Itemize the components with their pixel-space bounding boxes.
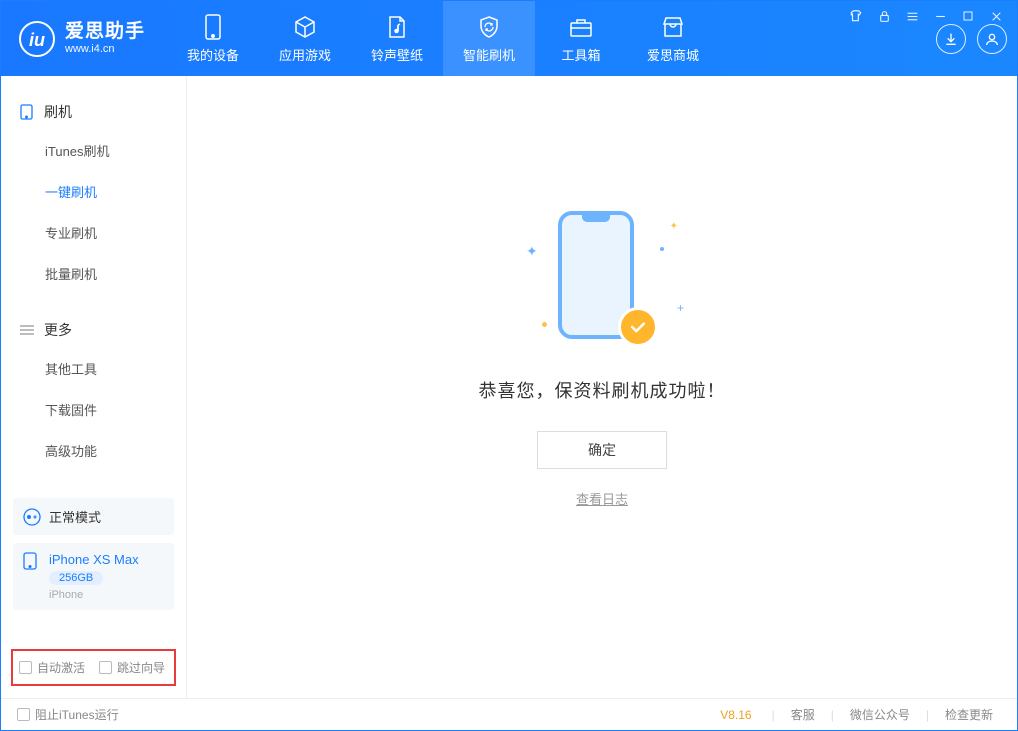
checkbox-icon [19,661,32,674]
device-icon [200,14,226,40]
header: iu 爱思助手 www.i4.cn 我的设备 应用游戏 铃声壁纸 智能刷机 工具… [1,1,1017,76]
sidebar-item-pro-flash[interactable]: 专业刷机 [1,212,186,253]
device-mode-label: 正常模式 [49,507,101,526]
statusbar-right: V8.16 | 客服 | 微信公众号 | 检查更新 [720,706,1001,723]
sparkle-icon: ✦ [670,221,678,232]
sidebar-item-itunes-flash[interactable]: iTunes刷机 [1,130,186,171]
svg-text:iu: iu [29,30,45,50]
view-log-link[interactable]: 查看日志 [576,489,628,508]
checkbox-icon [99,661,112,674]
sidebar-item-advanced[interactable]: 高级功能 [1,430,186,471]
nav-label: 铃声壁纸 [371,45,423,64]
status-link-support[interactable]: 客服 [783,706,823,723]
list-icon [19,323,34,338]
device-capacity: 256GB [49,571,103,585]
sparkle-icon: + [677,301,684,315]
close-icon[interactable] [987,7,1005,25]
sidebar-item-download-fw[interactable]: 下载固件 [1,389,186,430]
music-file-icon [384,14,410,40]
app-subtitle: www.i4.cn [65,43,145,55]
logo-icon: iu [19,21,55,57]
version-label: V8.16 [720,708,751,722]
device-block: 正常模式 iPhone XS Max 256GB iPhone [13,498,174,610]
store-icon [660,14,686,40]
highlighted-options: 自动激活 跳过向导 [11,649,176,686]
nav-label: 爱思商城 [647,45,699,64]
mode-icon [23,508,41,526]
sidebar-group-more[interactable]: 更多 [1,312,186,348]
app-logo: iu 爱思助手 www.i4.cn [19,21,145,57]
nav-my-device[interactable]: 我的设备 [167,1,259,76]
sidebar-item-other-tools[interactable]: 其他工具 [1,348,186,389]
refresh-shield-icon [476,14,502,40]
nav-apps[interactable]: 应用游戏 [259,1,351,76]
checkbox-auto-activate[interactable]: 自动激活 [19,659,85,676]
ok-button[interactable]: 确定 [537,431,667,469]
status-link-update[interactable]: 检查更新 [937,706,1001,723]
sparkle-icon: ✦ [526,243,538,260]
nav-flash[interactable]: 智能刷机 [443,1,535,76]
checkbox-block-itunes[interactable]: 阻止iTunes运行 [17,706,119,723]
main-content: ✦ ✦ + 恭喜您，保资料刷机成功啦！ 确定 查看日志 [187,76,1017,698]
nav-toolbox[interactable]: 工具箱 [535,1,627,76]
maximize-icon[interactable] [959,7,977,25]
menu-icon[interactable] [903,7,921,25]
nav-store[interactable]: 爱思商城 [627,1,719,76]
device-mode[interactable]: 正常模式 [13,498,174,535]
tshirt-icon[interactable] [847,7,865,25]
checkbox-label: 跳过向导 [117,659,165,676]
checkbox-label: 阻止iTunes运行 [35,706,119,723]
dot-icon [660,247,664,251]
dot-icon [542,322,547,327]
success-check-icon [618,307,658,347]
checkbox-skip-guide[interactable]: 跳过向导 [99,659,165,676]
success-illustration: ✦ ✦ + [512,207,692,357]
body: 刷机 iTunes刷机 一键刷机 专业刷机 批量刷机 更多 其他工具 下载固件 … [1,76,1017,698]
lock-icon[interactable] [875,7,893,25]
nav-label: 应用游戏 [279,45,331,64]
checkbox-icon [17,708,30,721]
toolbox-icon [568,14,594,40]
device-name: iPhone XS Max [49,552,139,567]
sidebar: 刷机 iTunes刷机 一键刷机 专业刷机 批量刷机 更多 其他工具 下载固件 … [1,76,187,698]
minimize-icon[interactable] [931,7,949,25]
titlebar-controls [847,7,1005,25]
nav-label: 工具箱 [562,45,601,64]
sidebar-group-title: 更多 [44,320,72,340]
download-button[interactable] [936,24,966,54]
cube-icon [292,14,318,40]
app-title: 爱思助手 [65,22,145,43]
sidebar-item-batch-flash[interactable]: 批量刷机 [1,253,186,294]
success-title: 恭喜您，保资料刷机成功啦！ [479,377,726,403]
sidebar-group-flash[interactable]: 刷机 [1,94,186,130]
main-nav: 我的设备 应用游戏 铃声壁纸 智能刷机 工具箱 爱思商城 [167,1,719,76]
nav-ringtones[interactable]: 铃声壁纸 [351,1,443,76]
nav-label: 智能刷机 [463,45,515,64]
phone-icon [19,105,34,120]
sidebar-group-title: 刷机 [44,102,72,122]
status-link-wechat[interactable]: 微信公众号 [842,706,918,723]
header-right [931,24,1007,54]
sidebar-item-one-click-flash[interactable]: 一键刷机 [1,171,186,212]
user-button[interactable] [977,24,1007,54]
device-card[interactable]: iPhone XS Max 256GB iPhone [13,543,174,610]
device-type: iPhone [49,589,139,601]
phone-icon [23,552,41,570]
statusbar: 阻止iTunes运行 V8.16 | 客服 | 微信公众号 | 检查更新 [1,698,1017,730]
checkbox-label: 自动激活 [37,659,85,676]
nav-label: 我的设备 [187,45,239,64]
